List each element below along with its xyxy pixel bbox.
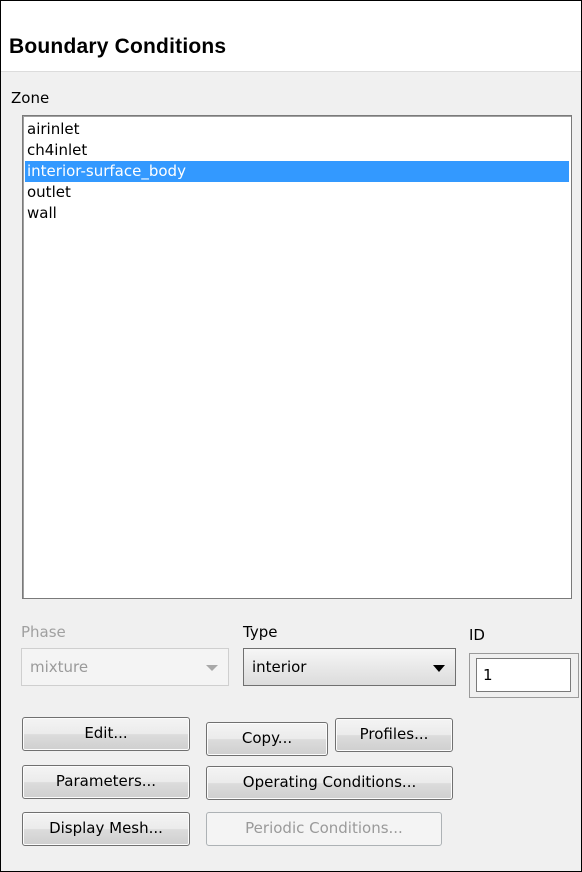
zone-label: Zone — [11, 89, 50, 107]
zone-item-ch4inlet[interactable]: ch4inlet — [25, 140, 569, 161]
edit-button[interactable]: Edit... — [22, 717, 190, 751]
id-label: ID — [469, 626, 485, 644]
parameters-button[interactable]: Parameters... — [22, 765, 190, 799]
panel-header: Boundary Conditions — [1, 1, 581, 72]
copy-button[interactable]: Copy... — [206, 722, 328, 756]
type-label: Type — [243, 623, 278, 641]
periodic-conditions-button: Periodic Conditions... — [206, 812, 442, 846]
zone-item-airinlet[interactable]: airinlet — [25, 119, 569, 140]
zone-item-interior-surface-body[interactable]: interior-surface_body — [25, 161, 569, 182]
zone-item-outlet[interactable]: outlet — [25, 182, 569, 203]
display-mesh-button[interactable]: Display Mesh... — [22, 812, 190, 846]
zone-item-wall[interactable]: wall — [25, 203, 569, 224]
type-value: interior — [252, 658, 307, 676]
phase-label: Phase — [21, 623, 66, 641]
operating-conditions-button[interactable]: Operating Conditions... — [206, 766, 453, 800]
id-field-frame: 1 — [469, 653, 579, 698]
id-field[interactable]: 1 — [476, 658, 571, 692]
phase-value: mixture — [30, 658, 89, 676]
chevron-down-icon — [433, 665, 445, 672]
boundary-conditions-panel: Boundary Conditions Zone airinlet ch4inl… — [0, 0, 582, 872]
zone-listbox[interactable]: airinlet ch4inlet interior-surface_body … — [22, 115, 572, 599]
phase-dropdown[interactable]: mixture — [21, 648, 229, 686]
panel-title: Boundary Conditions — [9, 35, 227, 58]
profiles-button[interactable]: Profiles... — [335, 718, 453, 752]
chevron-down-icon — [206, 665, 218, 671]
type-dropdown[interactable]: interior — [243, 648, 456, 686]
